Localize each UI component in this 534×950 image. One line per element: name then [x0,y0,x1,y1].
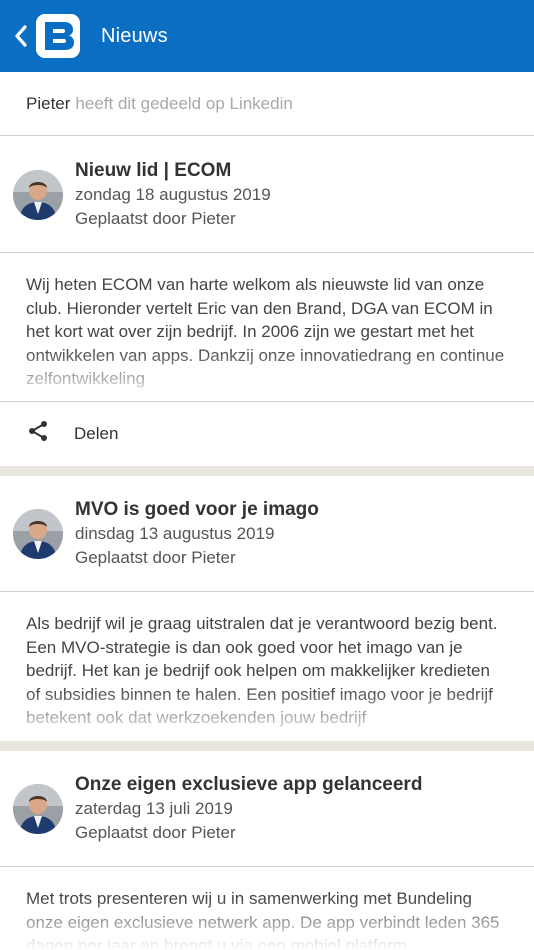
post-card[interactable]: Onze eigen exclusieve app gelanceerd zat… [0,751,534,950]
post-card[interactable]: Nieuw lid | ECOM zondag 18 augustus 2019… [0,137,534,465]
post-card[interactable]: MVO is goed voor je imago dinsdag 13 aug… [0,476,534,740]
share-icon [26,419,50,448]
post-excerpt[interactable]: Met trots presenteren wij u in samenwerk… [0,867,534,950]
share-label: Delen [74,423,119,443]
post-date: zondag 18 augustus 2019 [75,185,271,204]
post-author: Geplaatst door Pieter [75,823,236,842]
post-author: Geplaatst door Pieter [75,548,236,567]
shared-text: heeft dit gedeeld op Linkedin [75,93,293,113]
post-title[interactable]: Nieuw lid | ECOM [75,158,271,183]
app-bar: Nieuws [0,0,534,72]
app-logo [36,14,80,58]
section-divider [0,466,534,476]
post-date: zaterdag 13 juli 2019 [75,799,233,818]
post-date: dinsdag 13 augustus 2019 [75,524,275,543]
author-avatar [13,169,63,220]
shared-user[interactable]: Pieter [26,94,70,114]
page-title: Nieuws [101,24,168,47]
back-arrow-icon[interactable] [8,16,34,56]
post-excerpt[interactable]: Als bedrijf wil je graag uitstralen dat … [0,592,534,740]
post-header[interactable]: MVO is goed voor je imago dinsdag 13 aug… [0,476,534,592]
section-divider [0,741,534,751]
post-excerpt[interactable]: Wij heten ECOM van harte welkom als nieu… [0,253,534,401]
post-title[interactable]: Onze eigen exclusieve app gelanceerd [75,772,422,797]
author-avatar [13,508,63,559]
author-avatar [13,783,63,834]
post-title[interactable]: MVO is goed voor je imago [75,497,319,522]
post-header[interactable]: Nieuw lid | ECOM zondag 18 augustus 2019… [0,137,534,253]
share-button[interactable]: Delen [0,401,534,465]
shared-notice: Pieter heeft dit gedeeld op Linkedin [0,72,534,136]
post-header[interactable]: Onze eigen exclusieve app gelanceerd zat… [0,751,534,867]
post-author: Geplaatst door Pieter [75,209,236,228]
